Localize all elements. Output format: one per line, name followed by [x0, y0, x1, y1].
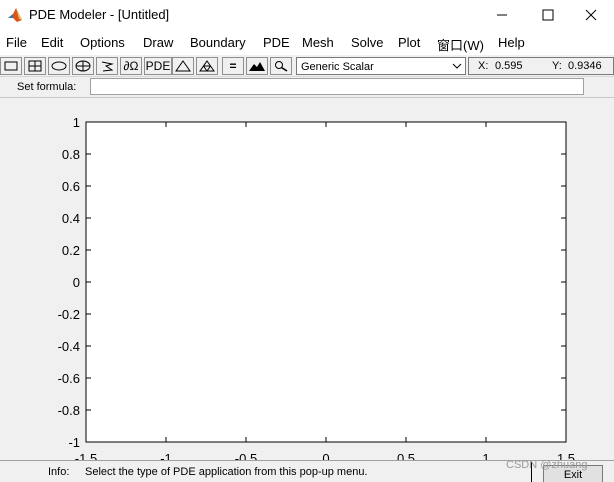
y-tick-label: -0.4 — [58, 339, 80, 354]
y-coordinate-value: 0.9346 — [568, 60, 602, 72]
x-tick-label: 1 — [482, 451, 489, 460]
x-tick-label: 0.5 — [397, 451, 415, 460]
solve-pde-label: = — [229, 59, 237, 73]
application-mode-select[interactable]: Generic Scalar — [296, 57, 466, 75]
minimize-icon — [497, 14, 507, 16]
minimize-button[interactable] — [479, 0, 525, 30]
boundary-mode-label: ∂Ω — [123, 59, 139, 73]
title-bar: PDE Modeler - [Untitled] — [0, 0, 614, 30]
menu-window[interactable]: 窗口(W) — [437, 35, 484, 54]
maximize-icon — [542, 9, 554, 21]
menu-pde[interactable]: PDE — [263, 35, 290, 50]
y-tick-label: 0.6 — [62, 179, 80, 194]
x-tick-label: 0 — [322, 451, 329, 460]
menu-draw[interactable]: Draw — [143, 35, 173, 50]
solve-pde-button[interactable]: = — [222, 57, 244, 75]
close-icon — [585, 9, 597, 21]
y-tick-label: 0.2 — [62, 243, 80, 258]
chevron-down-icon — [452, 63, 462, 69]
x-tick-label: -0.5 — [235, 451, 257, 460]
close-button[interactable] — [568, 0, 614, 30]
plot-solution-icon — [249, 62, 265, 71]
x-coordinate-label: X: — [478, 60, 489, 72]
boundary-mode-button[interactable]: ∂Ω — [120, 57, 142, 75]
matlab-icon — [7, 7, 23, 23]
polygon-icon — [101, 61, 114, 72]
menu-plot[interactable]: Plot — [398, 35, 420, 50]
y-tick-label: 0.8 — [62, 147, 80, 162]
menu-file[interactable]: File — [6, 35, 27, 50]
formula-bar: Set formula: — [0, 77, 614, 98]
x-coordinate-value: 0.595 — [495, 60, 523, 72]
zoom-icon — [275, 61, 288, 72]
set-formula-input[interactable] — [90, 78, 584, 95]
y-tick-label: -1 — [68, 435, 80, 450]
refine-mesh-button[interactable] — [196, 57, 218, 75]
rectangle-tool-button[interactable] — [0, 57, 22, 75]
y-tick-label: -0.8 — [58, 403, 80, 418]
menu-bar: File Edit Options Draw Boundary PDE Mesh… — [0, 30, 614, 55]
x-tick-label: -1 — [160, 451, 172, 460]
menu-help[interactable]: Help — [498, 35, 525, 50]
axes-box[interactable] — [85, 121, 567, 443]
application-mode-value: Generic Scalar — [301, 61, 374, 73]
menu-mesh[interactable]: Mesh — [302, 35, 334, 50]
ellipse-center-tool-button[interactable] — [72, 57, 94, 75]
y-coordinate-label: Y: — [552, 60, 562, 72]
y-tick-label: 1 — [73, 115, 80, 130]
init-mesh-icon — [175, 60, 191, 72]
maximize-button[interactable] — [525, 0, 571, 30]
menu-solve[interactable]: Solve — [351, 35, 384, 50]
ellipse-center-icon — [75, 60, 91, 72]
ellipse-icon — [51, 61, 67, 71]
y-tick-label: -0.6 — [58, 371, 80, 386]
rectangle-center-icon — [28, 60, 42, 72]
rectangle-center-tool-button[interactable] — [24, 57, 46, 75]
zoom-button[interactable] — [270, 57, 292, 75]
pde-spec-label: PDE — [145, 59, 171, 73]
init-mesh-button[interactable] — [172, 57, 194, 75]
menu-edit[interactable]: Edit — [41, 35, 63, 50]
x-tick-label: -1.5 — [75, 451, 97, 460]
menu-options[interactable]: Options — [80, 35, 125, 50]
polygon-tool-button[interactable] — [96, 57, 118, 75]
ellipse-tool-button[interactable] — [48, 57, 70, 75]
y-tick-label: 0 — [73, 275, 80, 290]
cursor-coordinates: X: 0.595 Y: 0.9346 — [468, 57, 614, 75]
window-title: PDE Modeler - [Untitled] — [29, 7, 170, 22]
set-formula-label: Set formula: — [17, 81, 77, 93]
watermark: CSDN @zhuang — [506, 459, 588, 471]
toolbar: ∂Ω PDE = Generic Scalar X: 0.595 Y: 0.93… — [0, 55, 614, 77]
y-tick-label: -0.2 — [58, 307, 80, 322]
pde-spec-button[interactable]: PDE — [144, 57, 172, 75]
drawing-area[interactable]: -1 -0.8 -0.6 -0.4 -0.2 0 0.2 0.4 0.6 0.8 1 -1.5 -1 -0… — [0, 98, 614, 460]
refine-mesh-icon — [199, 60, 215, 72]
info-message: Select the type of PDE application from … — [85, 466, 368, 478]
info-label: Info: — [48, 466, 70, 478]
axes[interactable]: -1-0.8-0.6-0.4-0.200.20.40.60.81-1.5 -1 -0… — [0, 98, 614, 460]
rectangle-icon — [4, 61, 18, 71]
plot-solution-button[interactable] — [246, 57, 268, 75]
menu-boundary[interactable]: Boundary — [190, 35, 246, 50]
y-tick-label: 0.4 — [62, 211, 80, 226]
